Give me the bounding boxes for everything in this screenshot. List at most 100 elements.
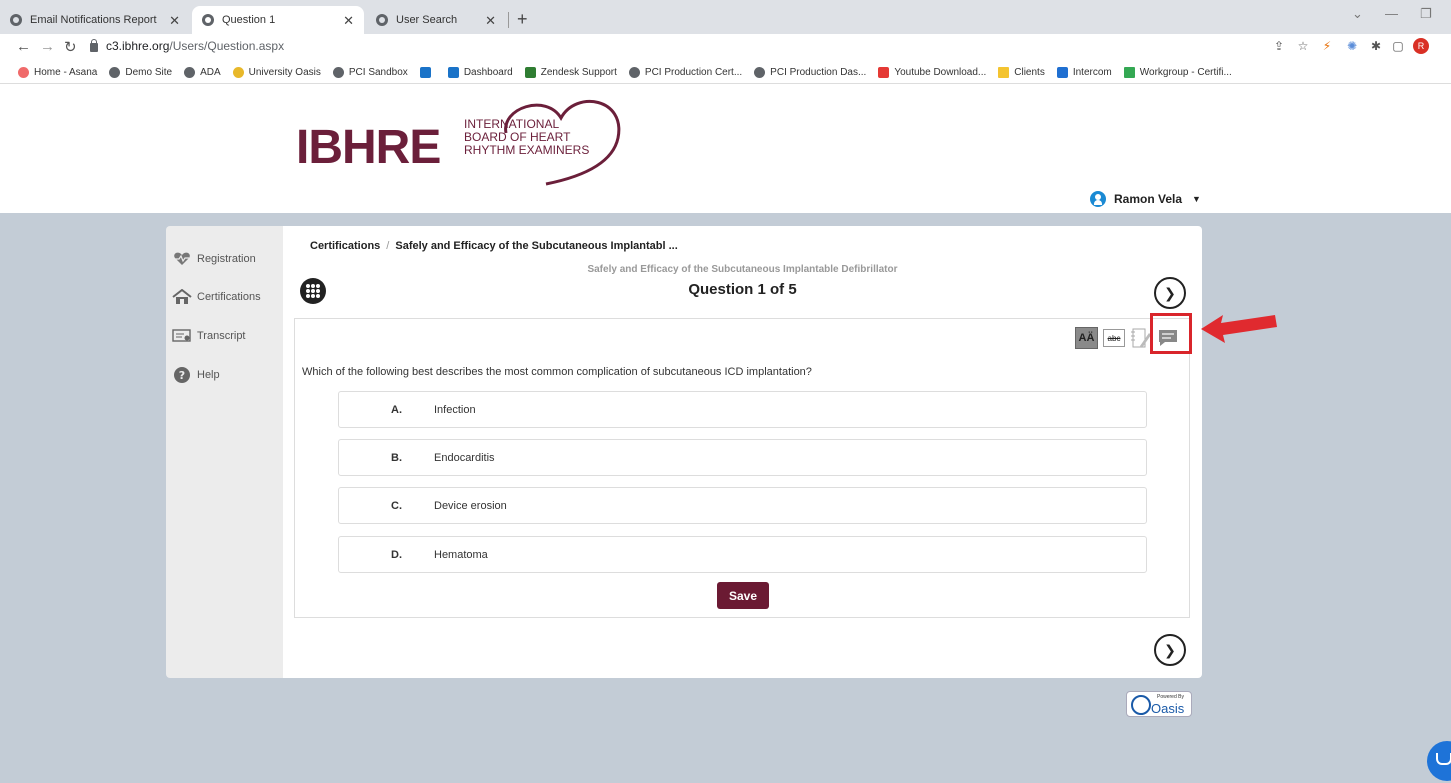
youtube-icon (878, 67, 890, 78)
bookmark-label: PCI Production Das... (770, 67, 867, 78)
side-panel-icon[interactable]: ▢ (1390, 38, 1406, 54)
restore-icon[interactable]: ❐ (1420, 6, 1432, 22)
logo-line: RHYTHM EXAMINERS (464, 143, 590, 157)
powered-by-oasis-badge[interactable]: Powered By Oasis (1126, 691, 1192, 717)
close-icon[interactable]: ✕ (343, 13, 354, 29)
bookmark-item[interactable]: University Oasis (232, 67, 321, 78)
bookmark-label: ADA (200, 67, 221, 78)
browser-tab-bar: Email Notifications Report ✕ Question 1 … (0, 0, 1451, 34)
bookmark-star-icon[interactable]: ☆ (1295, 38, 1311, 54)
browser-tab-user-search[interactable]: User Search ✕ (366, 6, 506, 34)
close-icon[interactable]: ✕ (169, 13, 180, 29)
answer-option-a[interactable]: A. Infection (338, 391, 1147, 428)
grid-dot (306, 294, 310, 298)
sidebar-item-label: Help (197, 369, 220, 381)
chevron-right-icon: ❯ (1164, 641, 1176, 658)
globe-icon (754, 67, 766, 78)
answer-option-d[interactable]: D. Hematoma (338, 536, 1147, 573)
browser-tab-question[interactable]: Question 1 ✕ (192, 6, 364, 34)
logo-subtitle: INTERNATIONAL BOARD OF HEART RHYTHM EXAM… (464, 118, 589, 157)
bookmark-item[interactable]: PCI Production Das... (754, 67, 866, 78)
back-icon[interactable]: ← (16, 38, 31, 55)
option-text: Hematoma (434, 548, 488, 561)
reload-icon[interactable]: ↻ (64, 38, 77, 56)
close-icon[interactable]: ✕ (485, 13, 496, 29)
globe-icon (332, 67, 344, 78)
user-menu[interactable]: Ramon Vela ▼ (1090, 191, 1201, 207)
bookmark-item[interactable]: Youtube Download... (878, 67, 986, 78)
user-avatar-icon (1090, 191, 1106, 207)
grid-dot (306, 289, 310, 293)
answer-option-b[interactable]: B. Endocarditis (338, 439, 1147, 476)
bookmark-item[interactable]: Workgroup - Certifi... (1123, 67, 1232, 78)
bookmark-item[interactable]: ADA (184, 67, 221, 78)
course-title: Safely and Efficacy of the Subcutaneous … (587, 264, 898, 275)
caret-down-icon: ▼ (1192, 194, 1201, 204)
bookmark-item[interactable]: Home - Asana (18, 67, 97, 78)
sidebar-item-transcript[interactable]: Transcript (172, 327, 246, 345)
globe-icon (10, 14, 22, 26)
extensions-puzzle-icon[interactable]: ✱ (1368, 38, 1384, 54)
notepad-pencil-icon (1131, 328, 1151, 348)
globe-icon (202, 14, 214, 26)
asana-icon (18, 67, 29, 78)
sidebar-item-registration[interactable]: Registration (172, 250, 256, 268)
notes-tool-button[interactable] (1130, 327, 1152, 349)
minimize-icon[interactable]: — (1385, 6, 1398, 21)
save-button[interactable]: Save (717, 582, 769, 609)
bookmark-label: Youtube Download... (894, 67, 987, 78)
next-question-button-top[interactable]: ❯ (1154, 277, 1186, 309)
bookmark-label: Workgroup - Certifi... (1139, 67, 1232, 78)
next-question-button-bottom[interactable]: ❯ (1154, 634, 1186, 666)
tab-label: User Search (396, 14, 458, 26)
url-field[interactable]: c3.ibhre.org/Users/Question.aspx (90, 38, 284, 53)
question-card: Certifications / Safely and Efficacy of th… (283, 226, 1202, 678)
grid-dot (306, 284, 310, 288)
bookmark-item[interactable] (419, 67, 436, 78)
bookmark-label: Clients (1014, 67, 1045, 78)
question-box: AÄ abc Which of the following best descr… (294, 318, 1190, 618)
option-text: Endocarditis (434, 451, 495, 464)
bookmark-item[interactable]: PCI Production Cert... (628, 67, 742, 78)
extension-bolt-icon[interactable]: ⚡ (1319, 38, 1335, 54)
profile-avatar-icon[interactable]: R (1413, 38, 1429, 54)
bookmark-label: Demo Site (125, 67, 173, 78)
browser-tab-email-notifications[interactable]: Email Notifications Report ✕ (0, 6, 190, 34)
home-icon (172, 288, 192, 306)
bookmark-label: Dashboard (463, 67, 513, 78)
ibhre-logo[interactable]: IBHRE INTERNATIONAL BOARD OF HEART RHYTH… (296, 84, 626, 194)
sidebar-item-label: Certifications (197, 291, 261, 303)
grid-dot (311, 284, 315, 288)
extension-icon[interactable]: ✺ (1344, 38, 1360, 54)
bookmark-item[interactable]: Clients (998, 67, 1045, 78)
forward-icon[interactable]: → (40, 38, 55, 55)
bookmark-item[interactable]: Demo Site (109, 67, 172, 78)
breadcrumb-link-certifications[interactable]: Certifications (310, 240, 380, 252)
question-grid-button[interactable] (300, 278, 326, 304)
share-icon[interactable]: ⇪ (1271, 38, 1287, 54)
answer-option-c[interactable]: C. Device erosion (338, 487, 1147, 524)
question-circle-icon: ? (172, 366, 192, 384)
bookmark-label: PCI Sandbox (348, 67, 408, 78)
font-size-tool-button[interactable]: AÄ (1075, 327, 1098, 349)
tab-search-icon[interactable]: ⌄ (1352, 6, 1363, 22)
dashboard-icon (419, 67, 431, 78)
intercom-icon (1056, 67, 1068, 78)
oasis-swirl-icon (1131, 695, 1151, 715)
strikethrough-tool-button[interactable]: abc (1103, 329, 1125, 347)
bookmark-item[interactable]: PCI Sandbox (332, 67, 408, 78)
bookmark-item[interactable]: Zendesk Support (524, 67, 617, 78)
sidebar-item-certifications[interactable]: Certifications (172, 288, 261, 306)
bookmark-item[interactable]: Intercom (1056, 67, 1112, 78)
lock-icon (90, 38, 98, 52)
bookmark-item[interactable]: Dashboard (447, 67, 513, 78)
bookmark-label: University Oasis (248, 67, 321, 78)
sidebar-item-help[interactable]: ? Help (172, 366, 220, 384)
new-tab-icon[interactable]: + (517, 9, 528, 30)
svg-text:?: ? (179, 369, 185, 382)
heart-pulse-icon (172, 250, 192, 268)
annotation-highlight-box (1150, 313, 1192, 354)
oasis-label: Oasis (1151, 701, 1185, 716)
option-letter: A. (391, 403, 402, 416)
url-host: c3.ibhre.org (106, 39, 170, 53)
